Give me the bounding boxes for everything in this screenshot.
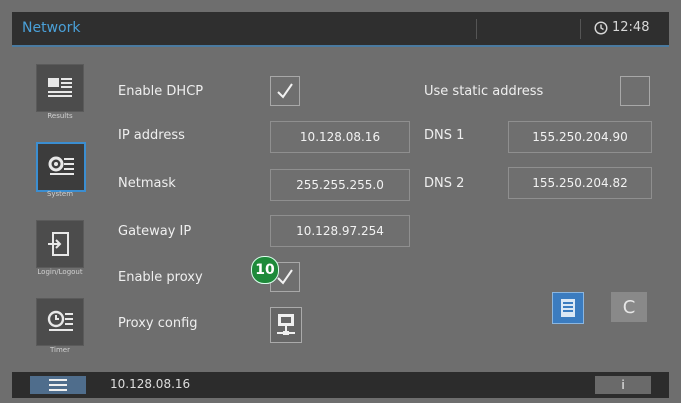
results-button[interactable] — [36, 64, 84, 112]
sidebar-item-label: Timer — [49, 346, 70, 354]
proxy-config-button[interactable] — [270, 307, 302, 343]
save-button[interactable] — [552, 292, 584, 324]
netmask-field[interactable]: 255.255.255.0 — [270, 169, 410, 201]
info-button[interactable]: i — [595, 376, 651, 394]
save-icon — [561, 299, 575, 317]
sidebar-item-label: System — [46, 190, 74, 198]
gateway-ip-field[interactable]: 10.128.97.254 — [270, 215, 410, 247]
checkmark-icon — [277, 83, 293, 99]
clock: 12:48 — [594, 20, 649, 35]
sidebar-item-login-logout[interactable]: Login/Logout — [28, 216, 92, 290]
system-button[interactable] — [36, 142, 86, 192]
gateway-ip-label: Gateway IP — [118, 224, 192, 239]
use-static-address-checkbox[interactable] — [620, 76, 650, 106]
clock-icon — [594, 20, 608, 35]
results-icon — [48, 78, 72, 97]
sidebar: Results System Login/Logout Timer — [28, 60, 92, 372]
enable-proxy-label: Enable proxy — [118, 270, 203, 285]
dns1-label: DNS 1 — [424, 128, 465, 143]
sidebar-item-results[interactable]: Results — [28, 60, 92, 134]
annotation-marker: 10 — [251, 256, 279, 284]
network-icon — [277, 314, 295, 335]
login-logout-button[interactable] — [36, 220, 84, 268]
network-screen: Network 12:48 Results System Login/Logou… — [0, 0, 681, 403]
netmask-label: Netmask — [118, 176, 176, 191]
hamburger-icon — [49, 379, 67, 391]
ip-address-label: IP address — [118, 128, 185, 143]
status-bar: 10.128.08.16 i — [12, 372, 669, 398]
dns2-field[interactable]: 155.250.204.82 — [508, 167, 652, 199]
sidebar-item-label: Results — [47, 112, 73, 120]
status-ip-address: 10.128.08.16 — [110, 377, 191, 391]
dns2-label: DNS 2 — [424, 176, 465, 191]
enable-dhcp-label: Enable DHCP — [118, 84, 204, 99]
clock-time: 12:48 — [612, 20, 650, 35]
use-static-address-label: Use static address — [424, 84, 544, 99]
sidebar-item-system[interactable]: System — [28, 138, 92, 212]
login-icon — [48, 232, 69, 256]
title-bar: Network 12:48 — [12, 12, 669, 47]
title-divider — [580, 19, 581, 39]
ip-address-field[interactable]: 10.128.08.16 — [270, 121, 410, 153]
page-title: Network — [22, 20, 81, 36]
timer-button[interactable] — [36, 298, 84, 346]
title-divider — [476, 19, 477, 39]
proxy-config-label: Proxy config — [118, 316, 198, 331]
timer-icon — [47, 310, 73, 331]
enable-dhcp-checkbox[interactable] — [270, 76, 300, 106]
gear-icon — [48, 156, 74, 175]
menu-button[interactable] — [30, 376, 86, 394]
dns1-field[interactable]: 155.250.204.90 — [508, 121, 652, 153]
sidebar-item-label: Login/Logout — [37, 268, 83, 276]
cancel-button[interactable]: C — [611, 292, 647, 322]
sidebar-item-timer[interactable]: Timer — [28, 294, 92, 368]
